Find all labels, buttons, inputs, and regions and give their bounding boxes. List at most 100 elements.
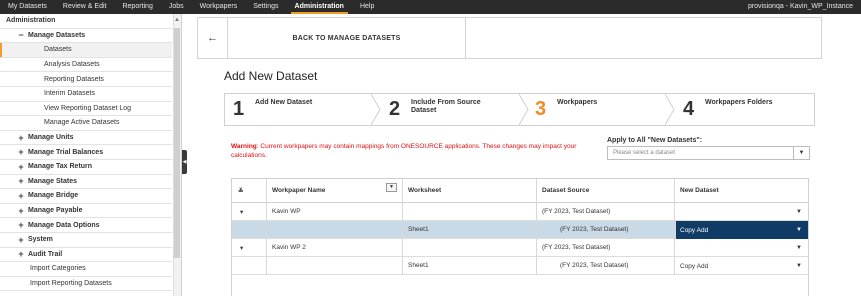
worksheet-cell: Sheet1 bbox=[408, 262, 429, 269]
sidebar-section-label: Manage Tax Return bbox=[28, 163, 93, 171]
worksheet-cell bbox=[408, 203, 538, 220]
expand-icon[interactable]: + bbox=[16, 206, 26, 216]
header-new-dataset[interactable]: New Dataset bbox=[680, 179, 800, 202]
dataset-source-cell: (FY 2023, Test Dataset) bbox=[560, 226, 629, 233]
sidebar-item-datasets[interactable]: Datasets bbox=[0, 43, 172, 58]
sidebar-item-label: Interim Datasets bbox=[44, 90, 95, 98]
sidebar-item-import-categories[interactable]: Import Categories bbox=[0, 262, 172, 277]
header-worksheet[interactable]: Worksheet bbox=[408, 179, 528, 202]
wizard-step-3[interactable]: 3 Workpapers bbox=[527, 94, 671, 125]
table-row[interactable]: Sheet1 (FY 2023, Test Dataset) Copy Add … bbox=[232, 257, 808, 275]
nav-settings[interactable]: Settings bbox=[245, 0, 286, 14]
expand-icon[interactable]: + bbox=[16, 220, 26, 230]
nav-review-edit[interactable]: Review & Edit bbox=[55, 0, 115, 14]
sidebar-section-manage-states[interactable]: + Manage States bbox=[0, 175, 172, 190]
dataset-source-cell: (FY 2023, Test Dataset) bbox=[560, 262, 629, 269]
scroll-up-icon[interactable]: ▲ bbox=[174, 16, 180, 24]
step-label: Add New Dataset bbox=[255, 99, 313, 106]
back-arrow-icon[interactable]: ← bbox=[198, 18, 228, 58]
sidebar-item-label: Datasets bbox=[44, 46, 72, 54]
table-row[interactable]: Sheet1 (FY 2023, Test Dataset) Copy Add … bbox=[232, 221, 808, 239]
step-separator-chevron-icon bbox=[665, 94, 675, 125]
sidebar-section-manage-units[interactable]: + Manage Units bbox=[0, 131, 172, 146]
step-number: 4 bbox=[683, 98, 695, 120]
top-nav-menu: My Datasets Review & Edit Reporting Jobs… bbox=[0, 0, 382, 14]
sidebar-section-manage-data-options[interactable]: + Manage Data Options bbox=[0, 218, 172, 233]
admin-sidebar: Administration − Manage Datasets Dataset… bbox=[0, 14, 182, 296]
user-instance-label[interactable]: provisionqa - Kavin_WP_Instance bbox=[748, 0, 853, 14]
wizard-step-2[interactable]: 2 Include From Source Dataset bbox=[381, 94, 519, 125]
chevron-down-icon[interactable]: ▼ bbox=[796, 257, 802, 275]
sidebar-section-label: Manage States bbox=[28, 177, 78, 185]
sidebar-item-view-reporting-dataset-log[interactable]: View Reporting Dataset Log bbox=[0, 102, 172, 117]
chevron-down-icon[interactable]: ▼ bbox=[796, 221, 802, 239]
wizard-step-4[interactable]: 4 Workpapers Folders bbox=[675, 94, 815, 125]
sidebar-item-label: Import Reporting Datasets bbox=[30, 280, 112, 288]
new-dataset-select[interactable]: ▼ bbox=[676, 239, 808, 257]
expand-icon[interactable]: + bbox=[16, 249, 26, 259]
expand-icon[interactable]: + bbox=[16, 235, 26, 245]
collapse-icon[interactable]: − bbox=[16, 30, 26, 40]
nav-administration[interactable]: Administration bbox=[287, 0, 352, 14]
expand-icon[interactable]: + bbox=[16, 162, 26, 172]
step-separator-chevron-icon bbox=[371, 94, 381, 125]
sidebar-section-manage-trial-balances[interactable]: + Manage Trial Balances bbox=[0, 145, 172, 160]
column-divider bbox=[266, 179, 267, 275]
sidebar-section-manage-bridge[interactable]: + Manage Bridge bbox=[0, 189, 172, 204]
sidebar-item-interim-datasets[interactable]: Interim Datasets bbox=[0, 87, 172, 102]
sidebar-section-manage-payable[interactable]: + Manage Payable bbox=[0, 204, 172, 219]
filter-dropdown-icon[interactable]: ▼ bbox=[386, 183, 397, 192]
sidebar-item-analysis-datasets[interactable]: Analysis Datasets bbox=[0, 58, 172, 73]
sidebar-collapse-handle[interactable]: ◀ bbox=[182, 150, 187, 174]
nav-workpapers[interactable]: Workpapers bbox=[192, 0, 246, 14]
chevron-down-icon[interactable]: ▼ bbox=[796, 239, 802, 257]
sidebar-item-label: Manage Active Datasets bbox=[44, 119, 120, 127]
header-workpaper-name[interactable]: Workpaper Name bbox=[272, 179, 382, 202]
sidebar-title[interactable]: Administration bbox=[0, 14, 172, 29]
sidebar-section-system[interactable]: + System bbox=[0, 233, 172, 248]
sidebar-item-reporting-datasets[interactable]: Reporting Datasets bbox=[0, 72, 172, 87]
sidebar-section-audit-trail[interactable]: + Audit Trail bbox=[0, 248, 172, 263]
expand-icon[interactable]: + bbox=[16, 191, 26, 201]
table-row[interactable]: ▾ Kavin WP 2 (FY 2023, Test Dataset) ▼ bbox=[232, 239, 808, 257]
sidebar-item-label: View Reporting Dataset Log bbox=[44, 104, 132, 112]
nav-jobs[interactable]: Jobs bbox=[161, 0, 192, 14]
step-label: Include From Source Dataset bbox=[411, 99, 481, 114]
sidebar-section-label: Manage Datasets bbox=[28, 31, 86, 39]
nav-reporting[interactable]: Reporting bbox=[114, 0, 160, 14]
nav-my-datasets[interactable]: My Datasets bbox=[0, 0, 55, 14]
table-row[interactable]: ▾ Kavin WP (FY 2023, Test Dataset) ▼ bbox=[232, 203, 808, 221]
expand-all-icon[interactable]: ≚ bbox=[238, 179, 252, 202]
row-expand-icon[interactable]: ▾ bbox=[240, 239, 252, 256]
page-title: Add New Dataset bbox=[224, 69, 318, 83]
new-dataset-select[interactable]: Copy Add ▼ bbox=[676, 221, 808, 239]
sidebar-title-label: Administration bbox=[6, 17, 56, 25]
sidebar-section-manage-datasets[interactable]: − Manage Datasets bbox=[0, 29, 172, 44]
expand-icon[interactable]: + bbox=[16, 147, 26, 157]
nav-help[interactable]: Help bbox=[352, 0, 382, 14]
row-expand-icon[interactable]: ▾ bbox=[240, 203, 252, 220]
workpaper-name-cell: Kavin WP bbox=[272, 208, 301, 215]
sidebar-section-manage-tax-return[interactable]: + Manage Tax Return bbox=[0, 160, 172, 175]
new-dataset-select[interactable]: Copy Add ▼ bbox=[676, 257, 808, 275]
workpaper-name-cell: Kavin WP 2 bbox=[272, 244, 306, 251]
chevron-down-icon[interactable]: ▼ bbox=[793, 147, 809, 159]
chevron-down-icon[interactable]: ▼ bbox=[796, 203, 802, 221]
sidebar-scroll-thumb[interactable] bbox=[174, 28, 180, 258]
step-number: 2 bbox=[389, 98, 401, 120]
header-dataset-source[interactable]: Dataset Source bbox=[542, 179, 662, 202]
step-label: Workpapers Folders bbox=[705, 99, 773, 106]
apply-to-all-select[interactable]: Please select a dataset ▼ bbox=[607, 146, 810, 160]
sidebar-section-label: Manage Data Options bbox=[28, 221, 100, 229]
dataset-source-cell: (FY 2023, Test Dataset) bbox=[542, 208, 611, 215]
new-dataset-select[interactable]: ▼ bbox=[676, 203, 808, 221]
sidebar-section-label: Manage Units bbox=[28, 134, 74, 142]
table-header: ≚ Workpaper Name ▼ Worksheet Dataset Sou… bbox=[232, 179, 808, 203]
expand-icon[interactable]: + bbox=[16, 176, 26, 186]
wizard-step-1[interactable]: 1 Add New Dataset bbox=[225, 94, 371, 125]
sidebar-item-manage-active-datasets[interactable]: Manage Active Datasets bbox=[0, 116, 172, 131]
sidebar-item-import-reporting-datasets[interactable]: Import Reporting Datasets bbox=[0, 277, 172, 292]
back-to-manage-datasets-button[interactable]: BACK TO MANAGE DATASETS bbox=[228, 18, 466, 58]
sidebar-item-label: Analysis Datasets bbox=[44, 61, 100, 69]
expand-icon[interactable]: + bbox=[16, 133, 26, 143]
